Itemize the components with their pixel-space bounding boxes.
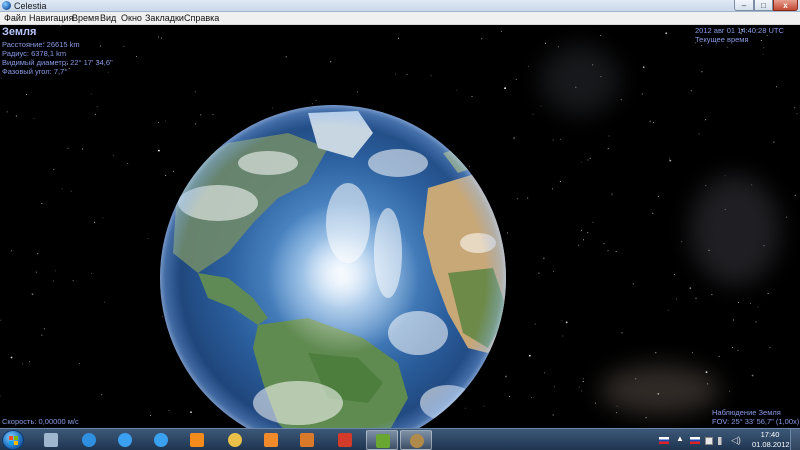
game-icon bbox=[338, 433, 352, 447]
nvidia-icon bbox=[376, 434, 390, 448]
menu-bookmarks[interactable]: Закладки bbox=[145, 12, 184, 25]
internet-explorer-window-icon bbox=[154, 433, 168, 447]
time-mode: Текущее время bbox=[695, 35, 749, 44]
minimize-button[interactable]: – bbox=[734, 0, 754, 11]
taskbar-app-button[interactable] bbox=[76, 430, 102, 450]
taskbar-app-button[interactable] bbox=[294, 430, 320, 450]
taskbar-app-button[interactable] bbox=[38, 430, 64, 450]
taskbar-app-button[interactable] bbox=[258, 430, 284, 450]
paint-icon bbox=[300, 433, 314, 447]
window-titlebar[interactable]: Celestia – □ x bbox=[0, 0, 800, 12]
menu-bar: Файл Навигация Время Вид Окно Закладки С… bbox=[0, 12, 800, 25]
earth-globe[interactable] bbox=[158, 103, 508, 428]
menu-file[interactable]: Файл bbox=[4, 12, 26, 25]
flag-ru-icon[interactable] bbox=[659, 437, 669, 444]
start-button[interactable] bbox=[2, 430, 24, 450]
show-desktop-button[interactable] bbox=[790, 429, 800, 450]
menu-navigation[interactable]: Навигация bbox=[29, 12, 73, 25]
clock-date: 01.08.2012 bbox=[752, 440, 790, 449]
windows-logo-icon bbox=[9, 436, 19, 446]
flag-ru-icon[interactable] bbox=[690, 437, 700, 444]
network-icon[interactable] bbox=[718, 437, 727, 445]
file-explorer-icon bbox=[228, 433, 242, 447]
menu-window[interactable]: Окно bbox=[121, 12, 142, 25]
taskbar-app-button[interactable] bbox=[400, 430, 432, 450]
menu-time[interactable]: Время bbox=[72, 12, 99, 25]
taskbar-app-button[interactable] bbox=[148, 430, 174, 450]
object-apparent-diameter: Видимый диаметр: 22° 17' 34,6" bbox=[2, 58, 113, 67]
menu-help[interactable]: Справка bbox=[184, 12, 219, 25]
taskbar-app-button[interactable] bbox=[222, 430, 248, 450]
system-clock[interactable]: 17:40 01.08.2012 bbox=[752, 430, 790, 450]
volume-icon[interactable]: ◁) bbox=[731, 436, 741, 445]
nebula-glow bbox=[690, 175, 780, 285]
window-title: Celestia bbox=[14, 1, 47, 11]
taskbar: ▲ ◁) 17:40 01.08.2012 bbox=[0, 428, 800, 450]
taskbar-app-button[interactable] bbox=[332, 430, 358, 450]
taskbar-app-button[interactable] bbox=[366, 430, 398, 450]
nebula-glow bbox=[600, 365, 720, 415]
calculator-icon bbox=[44, 433, 58, 447]
taskbar-app-button[interactable] bbox=[112, 430, 138, 450]
space-viewport[interactable]: Земля Расстояние: 26615 km Радиус: 6378,… bbox=[0, 25, 800, 428]
fov-readout: FOV: 25° 33' 56,7" (1,00x) bbox=[712, 417, 800, 426]
maximize-button[interactable]: □ bbox=[754, 0, 773, 11]
nebula-glow bbox=[540, 45, 620, 115]
simulation-datetime: 2012 авг 01 14:40:28 UTC bbox=[695, 26, 784, 35]
object-name: Земля bbox=[2, 26, 37, 38]
celestia-app-icon bbox=[2, 1, 11, 10]
flag-icon[interactable] bbox=[705, 437, 713, 445]
taskbar-app-button[interactable] bbox=[184, 430, 210, 450]
celestia-icon bbox=[410, 434, 424, 448]
internet-explorer-window-icon bbox=[118, 433, 132, 447]
odnoklassniki-icon bbox=[190, 433, 204, 447]
clock-time: 17:40 bbox=[760, 430, 780, 439]
object-radius: Радиус: 6378,1 km bbox=[2, 49, 67, 58]
object-distance: Расстояние: 26615 km bbox=[2, 40, 80, 49]
internet-explorer-icon bbox=[82, 433, 96, 447]
observing-target: Наблюдение Земля bbox=[712, 408, 781, 417]
menu-view[interactable]: Вид bbox=[100, 12, 116, 25]
media-player-icon bbox=[264, 433, 278, 447]
notification-arrow-icon[interactable]: ▲ bbox=[676, 434, 684, 444]
speed-readout: Скорость: 0,00000 м/с bbox=[2, 417, 79, 426]
object-phase-angle: Фазовый угол: 7,7° bbox=[2, 67, 68, 76]
close-button[interactable]: x bbox=[773, 0, 798, 11]
